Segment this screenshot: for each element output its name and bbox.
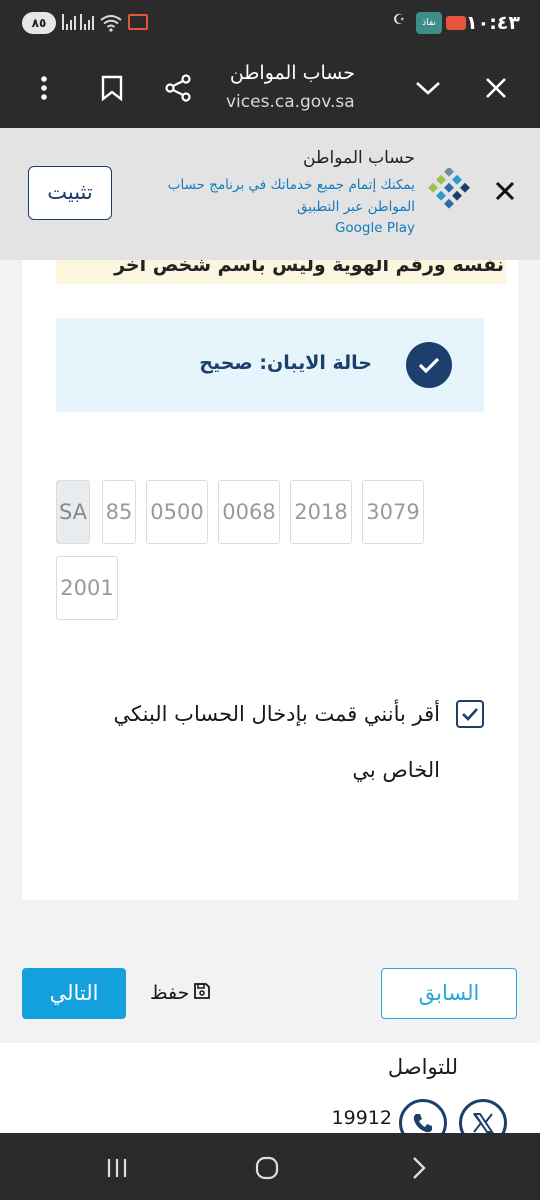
- save-label: حفظ: [150, 982, 190, 1004]
- battery-indicator: ٨٥: [22, 12, 56, 34]
- iban-check-digits-field[interactable]: 85: [102, 480, 136, 544]
- iban-status-label: حالة الايبان: صحيح: [199, 352, 372, 374]
- app-logo-icon: [426, 166, 472, 214]
- save-icon: [193, 982, 211, 1005]
- notice-text: نفسه ورقم الهوية وليس باسم شخص اخر: [114, 260, 504, 276]
- save-button[interactable]: حفظ: [150, 978, 211, 1008]
- nafath-app-icon: نفاذ: [416, 12, 442, 34]
- url-text[interactable]: vices.ca.gov.sa: [226, 92, 356, 112]
- signal-icon: [62, 14, 76, 30]
- screen-record-icon: [446, 16, 466, 30]
- signal-icon: [80, 14, 94, 30]
- wifi-icon: [100, 14, 122, 36]
- check-circle-icon: [406, 342, 452, 388]
- chevron-down-icon[interactable]: [410, 70, 446, 106]
- iban-country-field: SA: [56, 480, 90, 544]
- share-icon[interactable]: [160, 70, 196, 106]
- browser-toolbar: حساب المواطن vices.ca.gov.sa: [0, 48, 540, 128]
- clock: ١٠:٤٣: [466, 12, 520, 34]
- status-bar: ١٠:٤٣ نفاذ ☪ ٨٥: [0, 0, 540, 48]
- contact-footer: للتواصل 19912: [0, 1043, 540, 1147]
- app-name: حساب المواطن: [303, 148, 415, 168]
- iban-group-field[interactable]: 0500: [146, 480, 208, 544]
- app-description: يمكنك إتمام جميع خدماتك في برنامج حساب ا…: [167, 177, 415, 215]
- more-options-icon[interactable]: [26, 70, 62, 106]
- android-navigation-bar: [0, 1133, 540, 1200]
- iban-status-panel: حالة الايبان: صحيح: [56, 318, 484, 412]
- notice-strip: نفسه ورقم الهوية وليس باسم شخص اخر: [56, 260, 506, 284]
- home-icon[interactable]: [250, 1151, 284, 1185]
- iban-group-field[interactable]: 0068: [218, 480, 280, 544]
- app-install-banner: حساب المواطن يمكنك إتمام جميع خدماتك في …: [0, 128, 540, 260]
- close-icon[interactable]: [492, 178, 518, 204]
- bookmark-icon[interactable]: [94, 70, 130, 106]
- back-icon[interactable]: [402, 1151, 436, 1185]
- page-title: حساب المواطن: [229, 62, 355, 84]
- iban-group-field[interactable]: 3079: [362, 480, 424, 544]
- next-button[interactable]: التالي: [22, 968, 126, 1019]
- previous-button[interactable]: السابق: [381, 968, 517, 1019]
- install-button[interactable]: تثبيت: [28, 166, 112, 220]
- content-card: نفسه ورقم الهوية وليس باسم شخص اخر حالة …: [22, 260, 518, 900]
- iban-group-field[interactable]: 2018: [290, 480, 352, 544]
- iban-group-field[interactable]: 2001: [56, 556, 118, 620]
- consent-checkbox[interactable]: [456, 700, 484, 728]
- prayer-app-icon: ☪: [392, 12, 406, 28]
- recent-apps-icon[interactable]: [100, 1151, 134, 1185]
- consent-label: أقر بأنني قمت بإدخال الحساب البنكي الخاص…: [113, 702, 441, 782]
- contact-title: للتواصل: [387, 1055, 458, 1079]
- contact-phone-number[interactable]: 19912: [332, 1107, 392, 1129]
- store-name: Google Play: [334, 220, 415, 236]
- cast-icon: [128, 14, 148, 30]
- close-icon[interactable]: [478, 70, 514, 106]
